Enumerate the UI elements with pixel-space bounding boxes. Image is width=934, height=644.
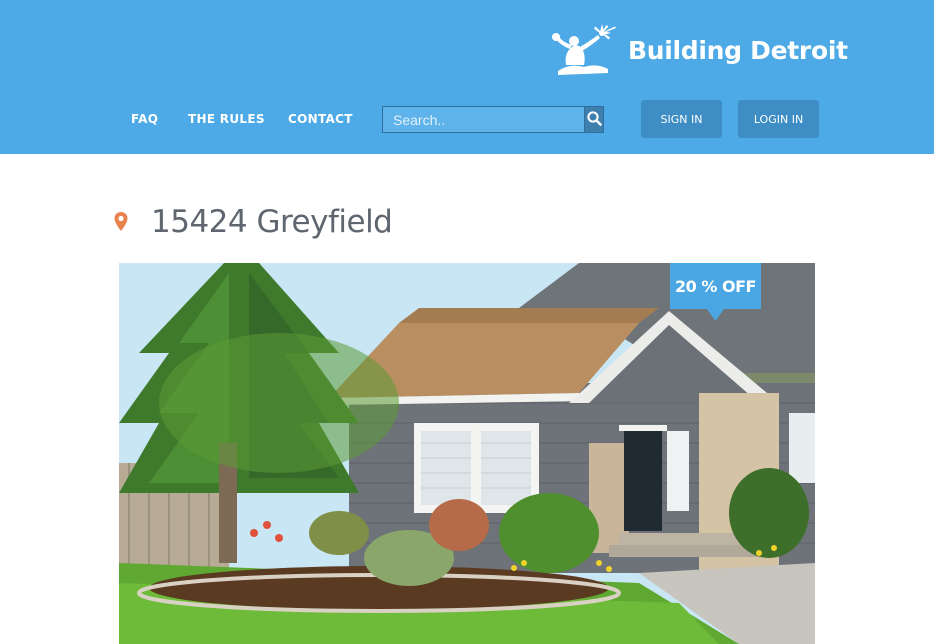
search-button[interactable] [584,107,603,132]
nav-contact[interactable]: CONTACT [288,112,353,126]
sign-in-button[interactable]: SIGN IN [641,100,722,138]
map-pin-icon [113,211,129,233]
brand-name: Building Detroit [628,35,848,65]
spirit-of-detroit-statue-icon [550,23,622,77]
nav-the-rules[interactable]: THE RULES [188,112,265,126]
search-input[interactable] [383,107,584,132]
listing-heading: 15424 Greyfield [113,204,393,240]
brand-logo-link[interactable]: Building Detroit [550,22,848,78]
login-in-button[interactable]: LOGIN IN [738,100,819,138]
discount-badge: 20 % OFF [670,263,761,321]
search-form [382,106,604,133]
discount-badge-label: 20 % OFF [675,276,756,296]
search-icon [586,110,602,129]
listing-title: 15424 Greyfield [151,204,393,240]
nav-faq[interactable]: FAQ [131,112,158,126]
site-header: Building Detroit FAQ THE RULES CONTACT S… [0,0,934,154]
